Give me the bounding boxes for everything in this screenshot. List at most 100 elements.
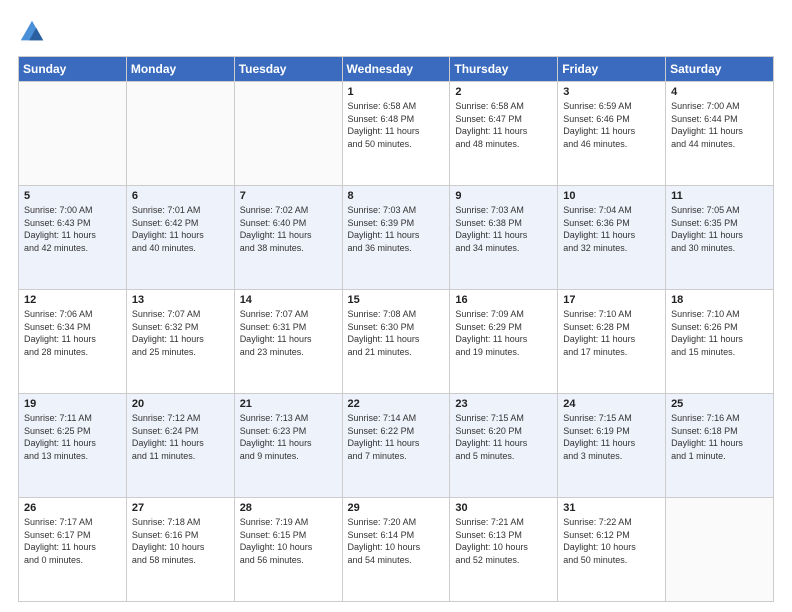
calendar-cell: 6 Sunrise: 7:01 AM Sunset: 6:42 PM Daylig… [126,186,234,290]
weekday-header-sunday: Sunday [19,57,127,82]
day-info: Sunrise: 6:58 AM Sunset: 6:47 PM Dayligh… [455,100,552,150]
calendar-cell: 18 Sunrise: 7:10 AM Sunset: 6:26 PM Dayli… [666,290,774,394]
day-number: 11 [671,190,768,202]
calendar-cell: 14 Sunrise: 7:07 AM Sunset: 6:31 PM Dayli… [234,290,342,394]
weekday-header-tuesday: Tuesday [234,57,342,82]
day-info: Sunrise: 7:07 AM Sunset: 6:32 PM Dayligh… [132,308,229,358]
day-info: Sunrise: 7:00 AM Sunset: 6:43 PM Dayligh… [24,204,121,254]
weekday-header-monday: Monday [126,57,234,82]
day-number: 25 [671,398,768,410]
calendar-cell: 12 Sunrise: 7:06 AM Sunset: 6:34 PM Dayli… [19,290,127,394]
day-number: 8 [348,190,445,202]
header [18,18,774,46]
calendar-cell [234,82,342,186]
calendar-cell: 10 Sunrise: 7:04 AM Sunset: 6:36 PM Dayli… [558,186,666,290]
day-info: Sunrise: 7:07 AM Sunset: 6:31 PM Dayligh… [240,308,337,358]
day-number: 23 [455,398,552,410]
calendar-cell: 30 Sunrise: 7:21 AM Sunset: 6:13 PM Dayli… [450,498,558,602]
day-number: 27 [132,502,229,514]
calendar-cell: 17 Sunrise: 7:10 AM Sunset: 6:28 PM Dayli… [558,290,666,394]
day-info: Sunrise: 7:12 AM Sunset: 6:24 PM Dayligh… [132,412,229,462]
calendar-cell: 20 Sunrise: 7:12 AM Sunset: 6:24 PM Dayli… [126,394,234,498]
weekday-header-friday: Friday [558,57,666,82]
day-info: Sunrise: 7:01 AM Sunset: 6:42 PM Dayligh… [132,204,229,254]
day-info: Sunrise: 6:59 AM Sunset: 6:46 PM Dayligh… [563,100,660,150]
calendar-week-4: 19 Sunrise: 7:11 AM Sunset: 6:25 PM Dayli… [19,394,774,498]
day-info: Sunrise: 7:21 AM Sunset: 6:13 PM Dayligh… [455,516,552,566]
day-info: Sunrise: 7:04 AM Sunset: 6:36 PM Dayligh… [563,204,660,254]
day-number: 5 [24,190,121,202]
day-number: 19 [24,398,121,410]
day-info: Sunrise: 6:58 AM Sunset: 6:48 PM Dayligh… [348,100,445,150]
page: SundayMondayTuesdayWednesdayThursdayFrid… [0,0,792,612]
day-info: Sunrise: 7:10 AM Sunset: 6:26 PM Dayligh… [671,308,768,358]
calendar-cell: 19 Sunrise: 7:11 AM Sunset: 6:25 PM Dayli… [19,394,127,498]
calendar-cell [666,498,774,602]
day-info: Sunrise: 7:03 AM Sunset: 6:38 PM Dayligh… [455,204,552,254]
calendar-cell: 3 Sunrise: 6:59 AM Sunset: 6:46 PM Daylig… [558,82,666,186]
day-number: 20 [132,398,229,410]
calendar-cell: 29 Sunrise: 7:20 AM Sunset: 6:14 PM Dayli… [342,498,450,602]
day-number: 4 [671,86,768,98]
day-number: 7 [240,190,337,202]
day-number: 9 [455,190,552,202]
day-info: Sunrise: 7:06 AM Sunset: 6:34 PM Dayligh… [24,308,121,358]
calendar-cell: 31Sunrise: 7:22 AM Sunset: 6:12 PM Dayli… [558,498,666,602]
calendar-cell: 4 Sunrise: 7:00 AM Sunset: 6:44 PM Daylig… [666,82,774,186]
day-number: 3 [563,86,660,98]
day-info: Sunrise: 7:10 AM Sunset: 6:28 PM Dayligh… [563,308,660,358]
weekday-header-thursday: Thursday [450,57,558,82]
day-number: 12 [24,294,121,306]
calendar-week-3: 12 Sunrise: 7:06 AM Sunset: 6:34 PM Dayli… [19,290,774,394]
weekday-header-wednesday: Wednesday [342,57,450,82]
calendar-cell: 25 Sunrise: 7:16 AM Sunset: 6:18 PM Dayli… [666,394,774,498]
day-number: 28 [240,502,337,514]
day-info: Sunrise: 7:22 AM Sunset: 6:12 PM Dayligh… [563,516,660,566]
calendar-cell: 16 Sunrise: 7:09 AM Sunset: 6:29 PM Dayli… [450,290,558,394]
day-number: 10 [563,190,660,202]
calendar-cell: 26Sunrise: 7:17 AM Sunset: 6:17 PM Dayli… [19,498,127,602]
logo-icon [18,18,46,46]
calendar-table: SundayMondayTuesdayWednesdayThursdayFrid… [18,56,774,602]
calendar-cell: 23Sunrise: 7:15 AM Sunset: 6:20 PM Dayli… [450,394,558,498]
day-number: 30 [455,502,552,514]
day-info: Sunrise: 7:05 AM Sunset: 6:35 PM Dayligh… [671,204,768,254]
weekday-header-row: SundayMondayTuesdayWednesdayThursdayFrid… [19,57,774,82]
day-info: Sunrise: 7:00 AM Sunset: 6:44 PM Dayligh… [671,100,768,150]
day-number: 22 [348,398,445,410]
day-info: Sunrise: 7:11 AM Sunset: 6:25 PM Dayligh… [24,412,121,462]
calendar-cell: 24 Sunrise: 7:15 AM Sunset: 6:19 PM Dayli… [558,394,666,498]
day-info: Sunrise: 7:08 AM Sunset: 6:30 PM Dayligh… [348,308,445,358]
day-number: 29 [348,502,445,514]
calendar-week-2: 5 Sunrise: 7:00 AM Sunset: 6:43 PM Daylig… [19,186,774,290]
day-number: 13 [132,294,229,306]
day-info: Sunrise: 7:17 AM Sunset: 6:17 PM Dayligh… [24,516,121,566]
day-info: Sunrise: 7:16 AM Sunset: 6:18 PM Dayligh… [671,412,768,462]
day-info: Sunrise: 7:09 AM Sunset: 6:29 PM Dayligh… [455,308,552,358]
day-info: Sunrise: 7:03 AM Sunset: 6:39 PM Dayligh… [348,204,445,254]
day-info: Sunrise: 7:14 AM Sunset: 6:22 PM Dayligh… [348,412,445,462]
calendar-cell: 28 Sunrise: 7:19 AM Sunset: 6:15 PM Dayli… [234,498,342,602]
day-info: Sunrise: 7:19 AM Sunset: 6:15 PM Dayligh… [240,516,337,566]
calendar-cell: 2 Sunrise: 6:58 AM Sunset: 6:47 PM Daylig… [450,82,558,186]
day-number: 18 [671,294,768,306]
day-number: 17 [563,294,660,306]
calendar-week-5: 26Sunrise: 7:17 AM Sunset: 6:17 PM Dayli… [19,498,774,602]
calendar-cell [19,82,127,186]
day-number: 14 [240,294,337,306]
calendar-cell: 22 Sunrise: 7:14 AM Sunset: 6:22 PM Dayli… [342,394,450,498]
calendar-cell: 15Sunrise: 7:08 AM Sunset: 6:30 PM Dayli… [342,290,450,394]
day-number: 6 [132,190,229,202]
day-number: 16 [455,294,552,306]
day-info: Sunrise: 7:02 AM Sunset: 6:40 PM Dayligh… [240,204,337,254]
day-info: Sunrise: 7:13 AM Sunset: 6:23 PM Dayligh… [240,412,337,462]
day-info: Sunrise: 7:20 AM Sunset: 6:14 PM Dayligh… [348,516,445,566]
weekday-header-saturday: Saturday [666,57,774,82]
calendar-cell: 1Sunrise: 6:58 AM Sunset: 6:48 PM Daylig… [342,82,450,186]
logo [18,18,50,46]
calendar-cell: 5 Sunrise: 7:00 AM Sunset: 6:43 PM Daylig… [19,186,127,290]
day-number: 2 [455,86,552,98]
day-number: 24 [563,398,660,410]
day-info: Sunrise: 7:15 AM Sunset: 6:19 PM Dayligh… [563,412,660,462]
calendar-cell: 11 Sunrise: 7:05 AM Sunset: 6:35 PM Dayli… [666,186,774,290]
